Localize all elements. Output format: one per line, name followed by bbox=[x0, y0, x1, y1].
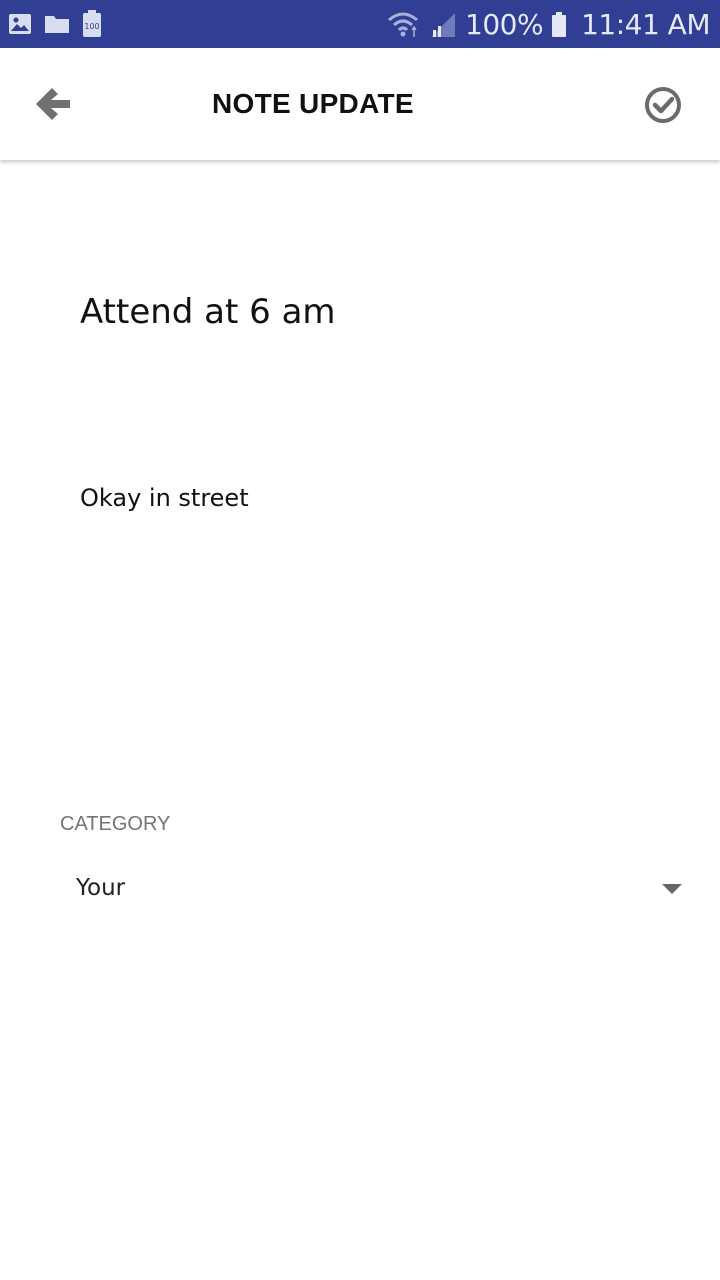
category-label: CATEGORY bbox=[60, 813, 171, 835]
page-title: NOTE UPDATE bbox=[212, 88, 414, 119]
battery-100-notification-icon: 100 bbox=[83, 10, 101, 37]
dropdown-arrow-icon bbox=[662, 884, 682, 894]
signal-icon bbox=[431, 13, 456, 37]
status-bar: 100 100% 11:41 AM bbox=[0, 0, 720, 48]
arrow-left-icon bbox=[36, 88, 70, 120]
check-circle-icon bbox=[645, 87, 681, 123]
battery-percent: 100% bbox=[465, 7, 544, 41]
wifi-icon bbox=[388, 12, 419, 37]
status-right: 100% 11:41 AM bbox=[387, 0, 710, 48]
notification-icons: 100 bbox=[8, 10, 102, 38]
app-bar: NOTE UPDATE bbox=[0, 48, 720, 160]
back-button[interactable] bbox=[30, 84, 76, 128]
svg-text:100: 100 bbox=[84, 22, 99, 31]
clock: 11:41 AM bbox=[581, 7, 710, 41]
note-title-field[interactable]: Attend at 6 am bbox=[80, 292, 336, 332]
category-dropdown[interactable]: Your bbox=[60, 862, 692, 916]
folder-icon bbox=[45, 16, 69, 33]
battery-icon bbox=[552, 12, 567, 37]
confirm-button[interactable] bbox=[642, 84, 684, 126]
note-body-field[interactable]: Okay in street bbox=[80, 484, 249, 512]
category-selected-value: Your bbox=[76, 875, 126, 901]
image-icon bbox=[9, 14, 31, 34]
